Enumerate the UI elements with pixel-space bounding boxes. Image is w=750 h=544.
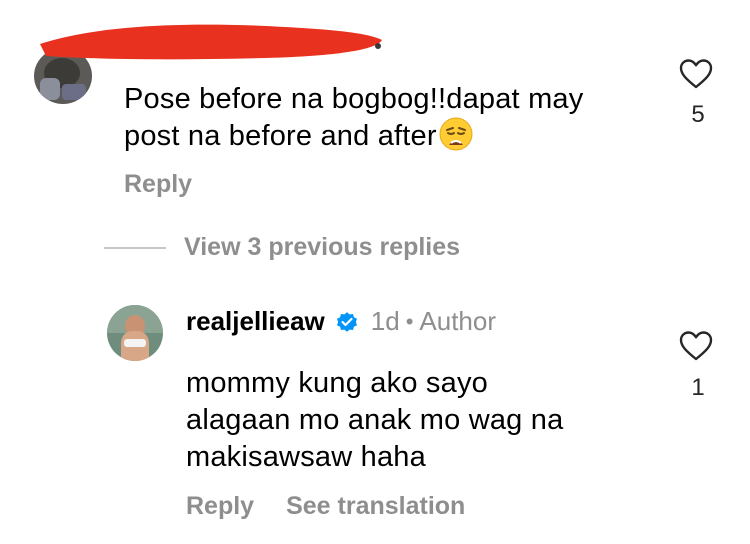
divider-line (104, 246, 166, 249)
heart-icon[interactable] (678, 330, 714, 362)
view-previous-replies-button[interactable]: View 3 previous replies (104, 233, 460, 262)
comment-text-line: mommy kung ako sayo (186, 367, 488, 399)
verified-badge-icon (336, 311, 357, 332)
comment-text: Pose before na bogbog!!dapat may post na… (124, 81, 664, 155)
comment-meta: realjellieaw 1d • Author (186, 306, 496, 337)
comment-text: mommy kung ako sayo alagaan mo anak mo w… (186, 365, 656, 476)
comment-text-line: makisawsaw haha (186, 441, 426, 473)
author-label: Author (419, 306, 496, 336)
view-replies-label: View 3 previous replies (184, 233, 461, 261)
heart-icon[interactable] (678, 58, 714, 90)
comment-text-line: post na before and after (124, 117, 664, 155)
username-link[interactable]: realjellieaw (186, 306, 325, 337)
comment-actions: Reply See translation (186, 492, 497, 521)
see-translation-button[interactable]: See translation (286, 492, 465, 521)
timestamp: 1d (370, 306, 400, 336)
like-count: 5 (691, 101, 705, 128)
reply-button[interactable]: Reply (186, 492, 254, 521)
username-redaction-scribble (40, 24, 382, 60)
comment-text-line: Pose before na bogbog!!dapat may (124, 83, 584, 115)
avatar[interactable] (107, 305, 163, 361)
separator-dot: • (405, 308, 414, 334)
comment-text-line: alagaan mo anak mo wag na (186, 404, 564, 436)
reply-button[interactable]: Reply (124, 170, 192, 199)
like-count: 1 (691, 374, 705, 401)
weary-face-emoji-icon (439, 117, 473, 151)
